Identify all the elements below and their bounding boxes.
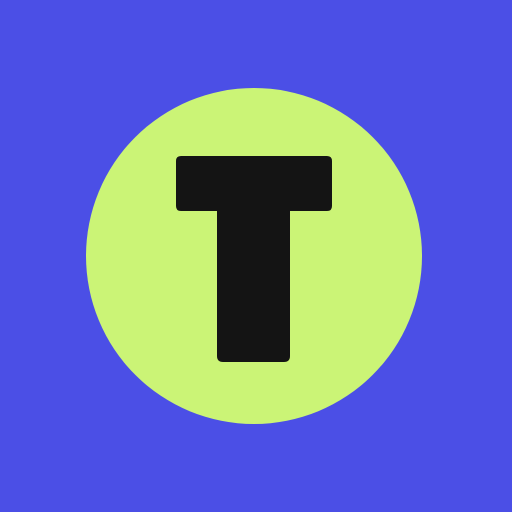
app-icon-canvas [0, 0, 512, 512]
t-logo-icon [0, 0, 512, 512]
